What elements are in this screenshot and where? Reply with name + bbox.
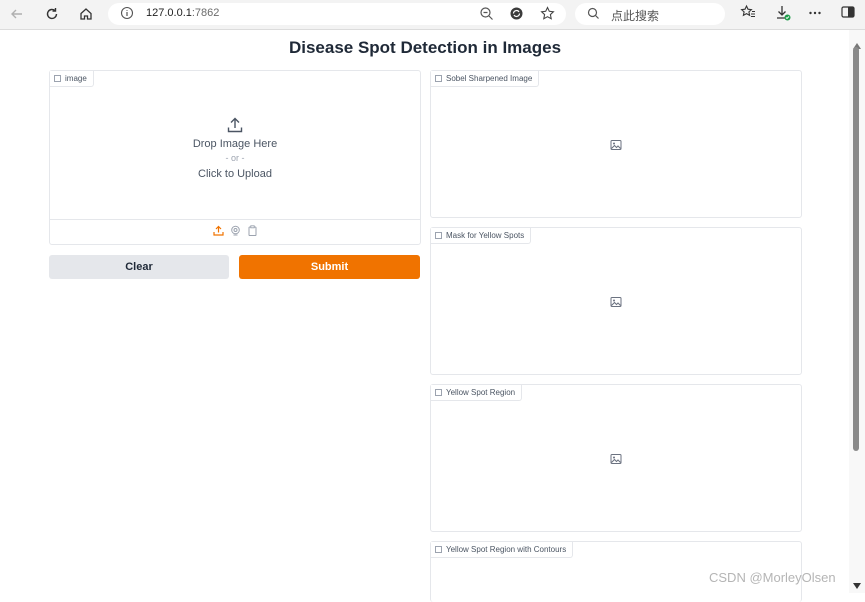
image-label-icon — [54, 75, 61, 82]
clear-button[interactable]: Clear — [49, 255, 229, 279]
url-text: 127.0.0.1:7862 — [146, 7, 219, 19]
output-label-text: Yellow Spot Region with Contours — [446, 545, 567, 554]
scroll-down-arrow-icon[interactable] — [853, 576, 861, 594]
source-selector — [50, 219, 420, 244]
click-to-upload-text: Click to Upload — [198, 168, 272, 180]
search-box[interactable]: 点此搜索 — [575, 3, 725, 25]
yellow-spot-mask-output: Mask for Yellow Spots — [430, 227, 802, 375]
upload-dropzone[interactable]: Drop Image Here - or - Click to Upload — [50, 86, 420, 219]
home-icon — [80, 8, 92, 20]
output-label: Mask for Yellow Spots — [431, 228, 532, 244]
image-label-icon — [435, 75, 442, 82]
info-icon[interactable] — [120, 6, 134, 25]
output-label-text: Mask for Yellow Spots — [446, 231, 525, 240]
url-port: :7862 — [191, 7, 220, 19]
image-input-label: image — [50, 71, 94, 87]
watermark: CSDN @MorleyOlsen — [709, 570, 836, 585]
image-input-label-text: image — [65, 74, 87, 83]
downloads-icon[interactable] — [774, 4, 792, 27]
back-button[interactable] — [6, 4, 28, 24]
or-separator-text: - or - — [225, 153, 245, 163]
home-button[interactable] — [75, 4, 97, 24]
browser-toolbar: 127.0.0.1:7862 点此搜索 — [0, 0, 865, 30]
refresh-icon — [46, 8, 58, 20]
clipboard-source-icon[interactable] — [247, 223, 258, 241]
image-input-panel: image Drop Image Here - or - Click to Up… — [49, 70, 421, 245]
output-label: Sobel Sharpened Image — [431, 71, 540, 87]
address-bar[interactable]: 127.0.0.1:7862 — [108, 3, 566, 25]
upload-source-icon[interactable] — [212, 223, 224, 241]
output-label: Yellow Spot Region with Contours — [431, 542, 574, 558]
scroll-thumb[interactable] — [853, 47, 859, 451]
more-options-icon[interactable] — [808, 6, 822, 25]
translate-icon[interactable] — [509, 6, 524, 26]
favorites-icon[interactable] — [740, 4, 756, 25]
webcam-source-icon[interactable] — [230, 223, 241, 241]
page-scrollbar[interactable] — [849, 30, 865, 593]
image-placeholder-icon — [610, 138, 622, 156]
output-label: Yellow Spot Region — [431, 385, 523, 401]
search-placeholder: 点此搜索 — [611, 9, 660, 23]
image-label-icon — [435, 546, 442, 553]
image-label-icon — [435, 389, 442, 396]
zoom-icon[interactable] — [479, 6, 494, 26]
refresh-button[interactable] — [41, 4, 63, 24]
image-placeholder-icon — [610, 295, 622, 313]
output-label-text: Sobel Sharpened Image — [446, 74, 533, 83]
page-title: Disease Spot Detection in Images — [288, 38, 562, 57]
url-host: 127.0.0.1 — [146, 7, 192, 19]
search-icon — [587, 7, 600, 25]
sobel-sharpened-output: Sobel Sharpened Image — [430, 70, 802, 218]
yellow-spot-region-output: Yellow Spot Region — [430, 384, 802, 532]
drop-image-text: Drop Image Here — [192, 138, 278, 150]
sidebar-toggle-icon[interactable] — [840, 4, 856, 25]
submit-button[interactable]: Submit — [239, 255, 420, 279]
image-placeholder-icon — [610, 452, 622, 470]
favorite-star-icon[interactable] — [540, 6, 555, 26]
back-arrow-icon — [11, 9, 22, 19]
output-label-text: Yellow Spot Region — [446, 388, 516, 397]
upload-icon — [226, 116, 244, 139]
image-label-icon — [435, 232, 442, 239]
